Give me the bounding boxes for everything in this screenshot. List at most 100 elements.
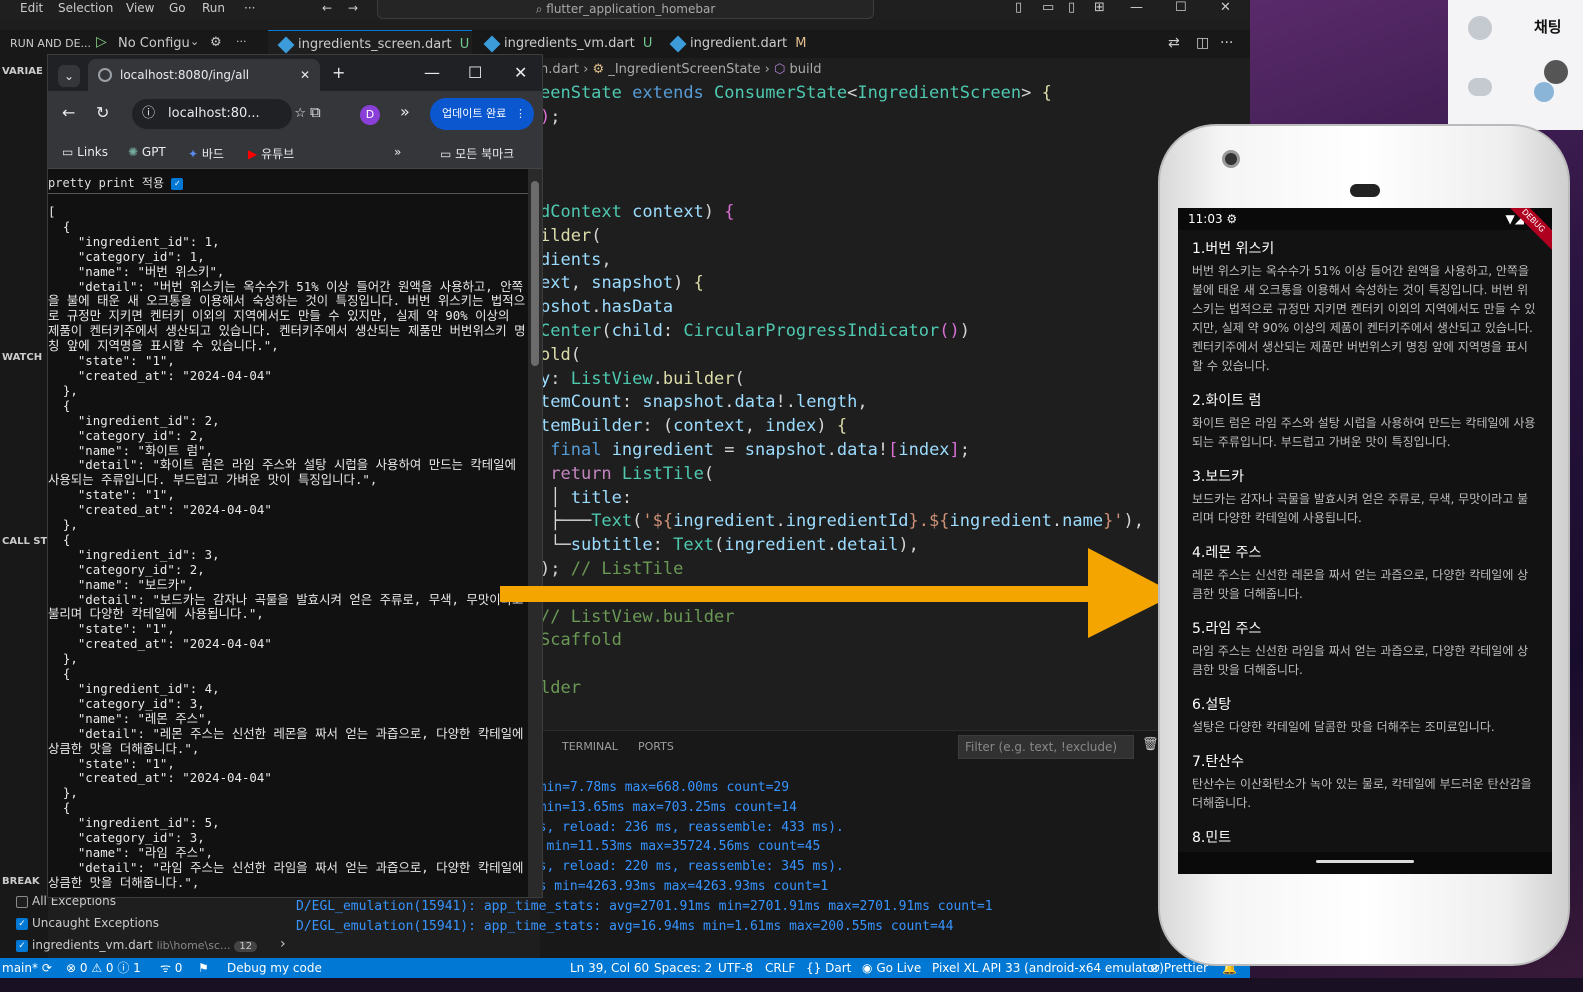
- avatar: [1544, 60, 1568, 84]
- menu-go[interactable]: Go: [169, 1, 186, 15]
- debug-icon[interactable]: ⚑: [198, 958, 209, 978]
- chat-bubble-icon[interactable]: [1468, 78, 1492, 96]
- bookmark-bard[interactable]: ✦ 바드: [188, 145, 224, 162]
- gesture-nav-bar[interactable]: [1178, 852, 1552, 874]
- list-item[interactable]: 1.버번 위스키 버번 위스키는 옥수수가 51% 이상 들어간 원액을 사용하고…: [1178, 230, 1552, 382]
- scrollbar[interactable]: [528, 169, 542, 897]
- back-arrow-icon[interactable]: ←: [62, 103, 75, 122]
- more-actions-icon[interactable]: ···: [1220, 35, 1233, 51]
- profile-avatar[interactable]: D: [360, 105, 380, 125]
- home-indicator[interactable]: [1316, 860, 1414, 863]
- phone-screen[interactable]: 11:03 ⚙ ▼◢ ▮ DEBUG 1.버번 위스키버번 위스키는 옥수수가 …: [1178, 208, 1552, 874]
- toggle-sidebar-icon[interactable]: ▯: [1015, 0, 1022, 15]
- layout-icon[interactable]: ⊞: [1094, 0, 1105, 15]
- reload-icon[interactable]: ↻: [96, 103, 109, 122]
- extensions-icon[interactable]: ⧉: [310, 103, 321, 121]
- close-icon[interactable]: ✕: [514, 63, 527, 82]
- info-icon[interactable]: ⓘ: [142, 99, 155, 129]
- gear-icon[interactable]: ⚙: [210, 35, 222, 50]
- star-icon[interactable]: ☆: [294, 99, 306, 129]
- output-filter-input[interactable]: Filter (e.g. text, !exclude): [958, 735, 1134, 759]
- chat-app-window[interactable]: 채팅: [1448, 0, 1583, 130]
- browser-window: ⌄ localhost:8080/ing/all ✕ + — ☐ ✕ ← ↻ ⓘ…: [47, 54, 543, 898]
- profile-icon[interactable]: [1468, 16, 1492, 40]
- antenna-icon: ᯤ: [160, 961, 171, 975]
- go-live[interactable]: ◉ Go Live: [862, 958, 921, 978]
- minimize-icon[interactable]: —: [424, 63, 440, 82]
- toggle-secondary-sidebar-icon[interactable]: ▯: [1068, 0, 1075, 15]
- forward-arrow-icon[interactable]: →: [348, 1, 358, 15]
- back-arrow-icon[interactable]: ←: [322, 1, 332, 15]
- menu-more[interactable]: ···: [244, 1, 255, 15]
- folder-icon: ▭: [440, 147, 452, 161]
- device-selector[interactable]: Pixel XL API 33 (android-x64 emulator): [932, 958, 1164, 978]
- more-icon[interactable]: ···: [236, 35, 247, 48]
- android-emulator: 11:03 ⚙ ▼◢ ▮ DEBUG 1.버번 위스키버번 위스키는 옥수수가 …: [1158, 124, 1570, 966]
- call-stack-section-header[interactable]: CALL ST: [2, 536, 47, 547]
- checkbox-checked[interactable]: ✓: [171, 177, 184, 190]
- indentation[interactable]: Spaces: 2: [654, 958, 712, 978]
- close-icon[interactable]: ✕: [1220, 0, 1231, 15]
- scroll-thumb[interactable]: [531, 181, 539, 366]
- split-editor-icon[interactable]: ◫: [1196, 35, 1209, 51]
- breakpoints-section-header[interactable]: BREAK: [2, 876, 40, 887]
- pretty-print-toggle[interactable]: pretty print 적용 ✓: [48, 174, 187, 191]
- bookmark-gpt[interactable]: ✺ GPT: [128, 145, 166, 159]
- tab-ports[interactable]: PORTS: [638, 740, 674, 753]
- search-icon: ⌕: [535, 2, 547, 16]
- chevron-down-icon[interactable]: ⌄: [190, 35, 199, 48]
- chevron-right-icon[interactable]: »: [400, 102, 410, 121]
- debug-config[interactable]: Debug my code: [227, 958, 322, 978]
- list-item[interactable]: 7.탄산수 탄산수는 이산화탄소가 녹아 있는 물로, 칵테일에 부드러운 탄산감…: [1178, 743, 1552, 819]
- more-bookmarks-icon[interactable]: »: [394, 145, 401, 159]
- menu-edit[interactable]: Edit: [20, 1, 43, 15]
- menu-run[interactable]: Run: [202, 1, 225, 15]
- list-item[interactable]: 3.보드카 보드카는 감자나 곡물을 발효시켜 얻은 주류로, 무색, 무맛이라고…: [1178, 458, 1552, 534]
- encoding[interactable]: UTF-8: [718, 958, 753, 978]
- checkbox[interactable]: [16, 895, 28, 908]
- command-center[interactable]: ⌕ flutter_application_homebar: [377, 0, 874, 19]
- list-item[interactable]: 2.화이트 럼 화이트 럼은 라임 주스와 설탕 시럽을 사용하여 만드는 칵테일…: [1178, 382, 1552, 458]
- list-item[interactable]: 6.설탕 설탕은 다양한 칵테일에 달콤한 맛을 더해주는 조미료입니다.: [1178, 686, 1552, 743]
- braces-icon: {}: [806, 961, 822, 975]
- chat-title: 채팅: [1534, 18, 1562, 36]
- list-item[interactable]: 5.라임 주스 라임 주스는 신선한 라임을 짜서 얻는 과즙으로, 다양한 칵테…: [1178, 610, 1552, 686]
- checkbox-checked[interactable]: ✓: [16, 939, 28, 952]
- start-debug-icon[interactable]: ▷: [96, 34, 107, 50]
- uncaught-exceptions-toggle[interactable]: ✓ Uncaught Exceptions: [16, 916, 159, 930]
- tab-terminal[interactable]: TERMINAL: [562, 740, 618, 753]
- problems-indicator[interactable]: ⊗ 0 ⚠ 0 ⓘ 1: [66, 958, 141, 978]
- line-ending[interactable]: CRLF: [765, 958, 795, 978]
- maximize-icon[interactable]: ☐: [468, 63, 482, 82]
- run-debug-title: RUN AND DE...: [10, 37, 92, 50]
- maximize-icon[interactable]: ☐: [1175, 0, 1187, 15]
- update-button[interactable]: 업데이트 완료 ⋮: [430, 98, 534, 130]
- cursor-position[interactable]: Ln 39, Col 60: [570, 958, 649, 978]
- new-tab-icon[interactable]: +: [332, 63, 345, 82]
- compare-icon[interactable]: ⇄: [1168, 35, 1180, 51]
- tab-ingredient[interactable]: ingredient.dart M: [660, 30, 818, 58]
- ingredient-list[interactable]: 1.버번 위스키 버번 위스키는 옥수수가 51% 이상 들어간 원액을 사용하고…: [1178, 230, 1552, 857]
- minimize-icon[interactable]: —: [1130, 0, 1143, 15]
- ports-indicator[interactable]: ᯤ 0: [160, 958, 182, 978]
- browser-tab[interactable]: localhost:8080/ing/all ✕: [88, 59, 320, 91]
- bookmark-links[interactable]: ▭ Links: [62, 145, 108, 159]
- all-bookmarks[interactable]: ▭ 모든 북마크: [440, 145, 514, 162]
- config-select[interactable]: No Configu: [118, 36, 190, 51]
- address-bar[interactable]: ⓘ localhost:80... ☆: [132, 99, 306, 129]
- menu-view[interactable]: View: [126, 1, 154, 15]
- list-item[interactable]: 4.레몬 주스 레몬 주스는 신선한 레몬을 짜서 얻는 과즙으로, 다양한 칵테…: [1178, 534, 1552, 610]
- branch-indicator[interactable]: main* ⟳: [2, 958, 52, 978]
- trash-icon[interactable]: 🗑: [1142, 737, 1159, 752]
- tab-search-icon[interactable]: ⌄: [58, 65, 80, 87]
- checkbox-checked[interactable]: ✓: [16, 917, 28, 930]
- menu-selection[interactable]: Selection: [58, 1, 113, 15]
- breakpoint-item[interactable]: ✓ ingredients_vm.dart lib\home\sc... 12: [16, 938, 258, 952]
- toggle-panel-icon[interactable]: ▭: [1042, 0, 1054, 15]
- language-mode[interactable]: {} Dart: [806, 958, 851, 978]
- watch-section-header[interactable]: WATCH: [2, 352, 42, 363]
- close-tab-icon[interactable]: ✕: [300, 59, 310, 91]
- class-icon: ⚙: [592, 62, 605, 77]
- bookmark-youtube[interactable]: ▶ 유튜브: [248, 145, 294, 162]
- variables-section-header[interactable]: VARIAE: [2, 66, 43, 77]
